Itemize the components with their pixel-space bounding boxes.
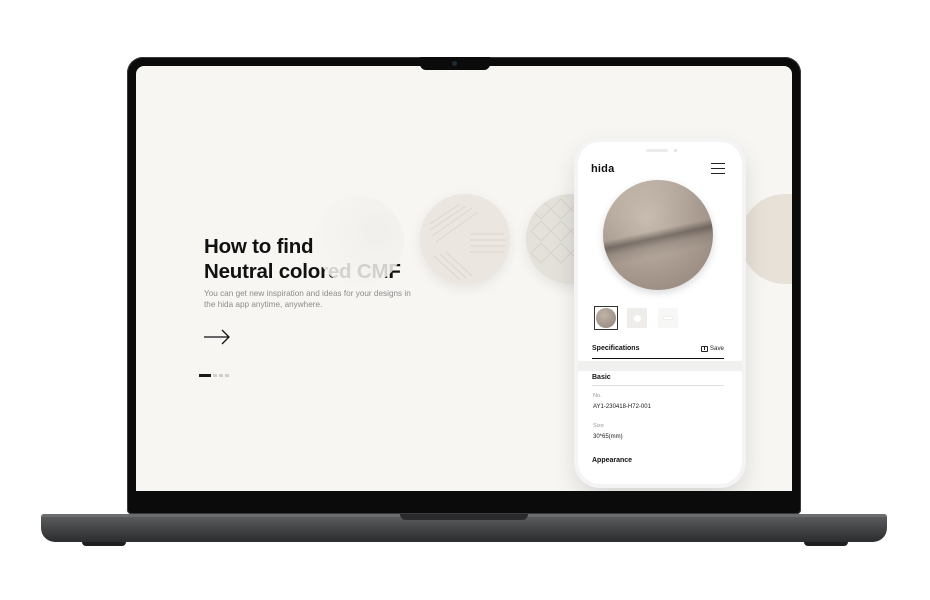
main-material-image [603, 180, 713, 290]
basic-section: Basic [592, 374, 724, 386]
hero-subtitle: You can get new inspiration and ideas fo… [204, 289, 411, 309]
number-value: AY1-230418-H72-001 [593, 404, 651, 410]
laptop-lid: How to find Neutral colored CMF You can … [127, 57, 801, 514]
carousel-pagination [199, 374, 229, 377]
basic-section-title: Basic [592, 374, 611, 381]
save-button[interactable]: Save [700, 345, 724, 352]
save-folder-icon [700, 345, 708, 352]
thumbnail-1[interactable] [594, 306, 618, 330]
section-divider [578, 361, 742, 371]
appearance-section: Appearance [592, 457, 724, 464]
pagination-dot-1[interactable] [199, 374, 211, 377]
number-label: No. [593, 393, 602, 399]
material-swatch-beige[interactable] [740, 194, 792, 284]
arrow-right-icon[interactable] [203, 329, 231, 345]
material-swatch-faded [314, 196, 404, 286]
specifications-title: Specifications [592, 345, 640, 352]
pagination-dot-3[interactable] [219, 374, 223, 377]
laptop-foot-right [804, 542, 848, 546]
menu-icon[interactable] [711, 163, 725, 175]
phone-mockup: hida Specifications Save Basic No. AY1-2… [578, 142, 742, 484]
phone-sensor [674, 149, 677, 152]
specifications-header: Specifications Save [592, 345, 724, 359]
trackpad-notch [400, 514, 528, 520]
thumbnail-2[interactable] [625, 306, 649, 330]
laptop-mockup: How to find Neutral colored CMF You can … [0, 0, 930, 600]
pagination-dot-2[interactable] [213, 374, 217, 377]
material-swatch-textured-white[interactable] [420, 194, 510, 284]
size-value: 30*65(mm) [593, 434, 623, 440]
laptop-foot-left [82, 542, 126, 546]
camera-icon [452, 61, 457, 66]
save-label: Save [709, 345, 724, 352]
material-thumbnails [594, 306, 680, 330]
thumbnail-3[interactable] [656, 306, 680, 330]
laptop-base [41, 514, 887, 542]
laptop-screen: How to find Neutral colored CMF You can … [136, 66, 792, 491]
phone-speaker [646, 149, 668, 152]
camera-notch [420, 57, 490, 70]
pagination-dot-4[interactable] [225, 374, 229, 377]
app-logo[interactable]: hida [591, 163, 614, 175]
appearance-section-title: Appearance [592, 457, 633, 464]
size-label: Size [593, 423, 604, 429]
